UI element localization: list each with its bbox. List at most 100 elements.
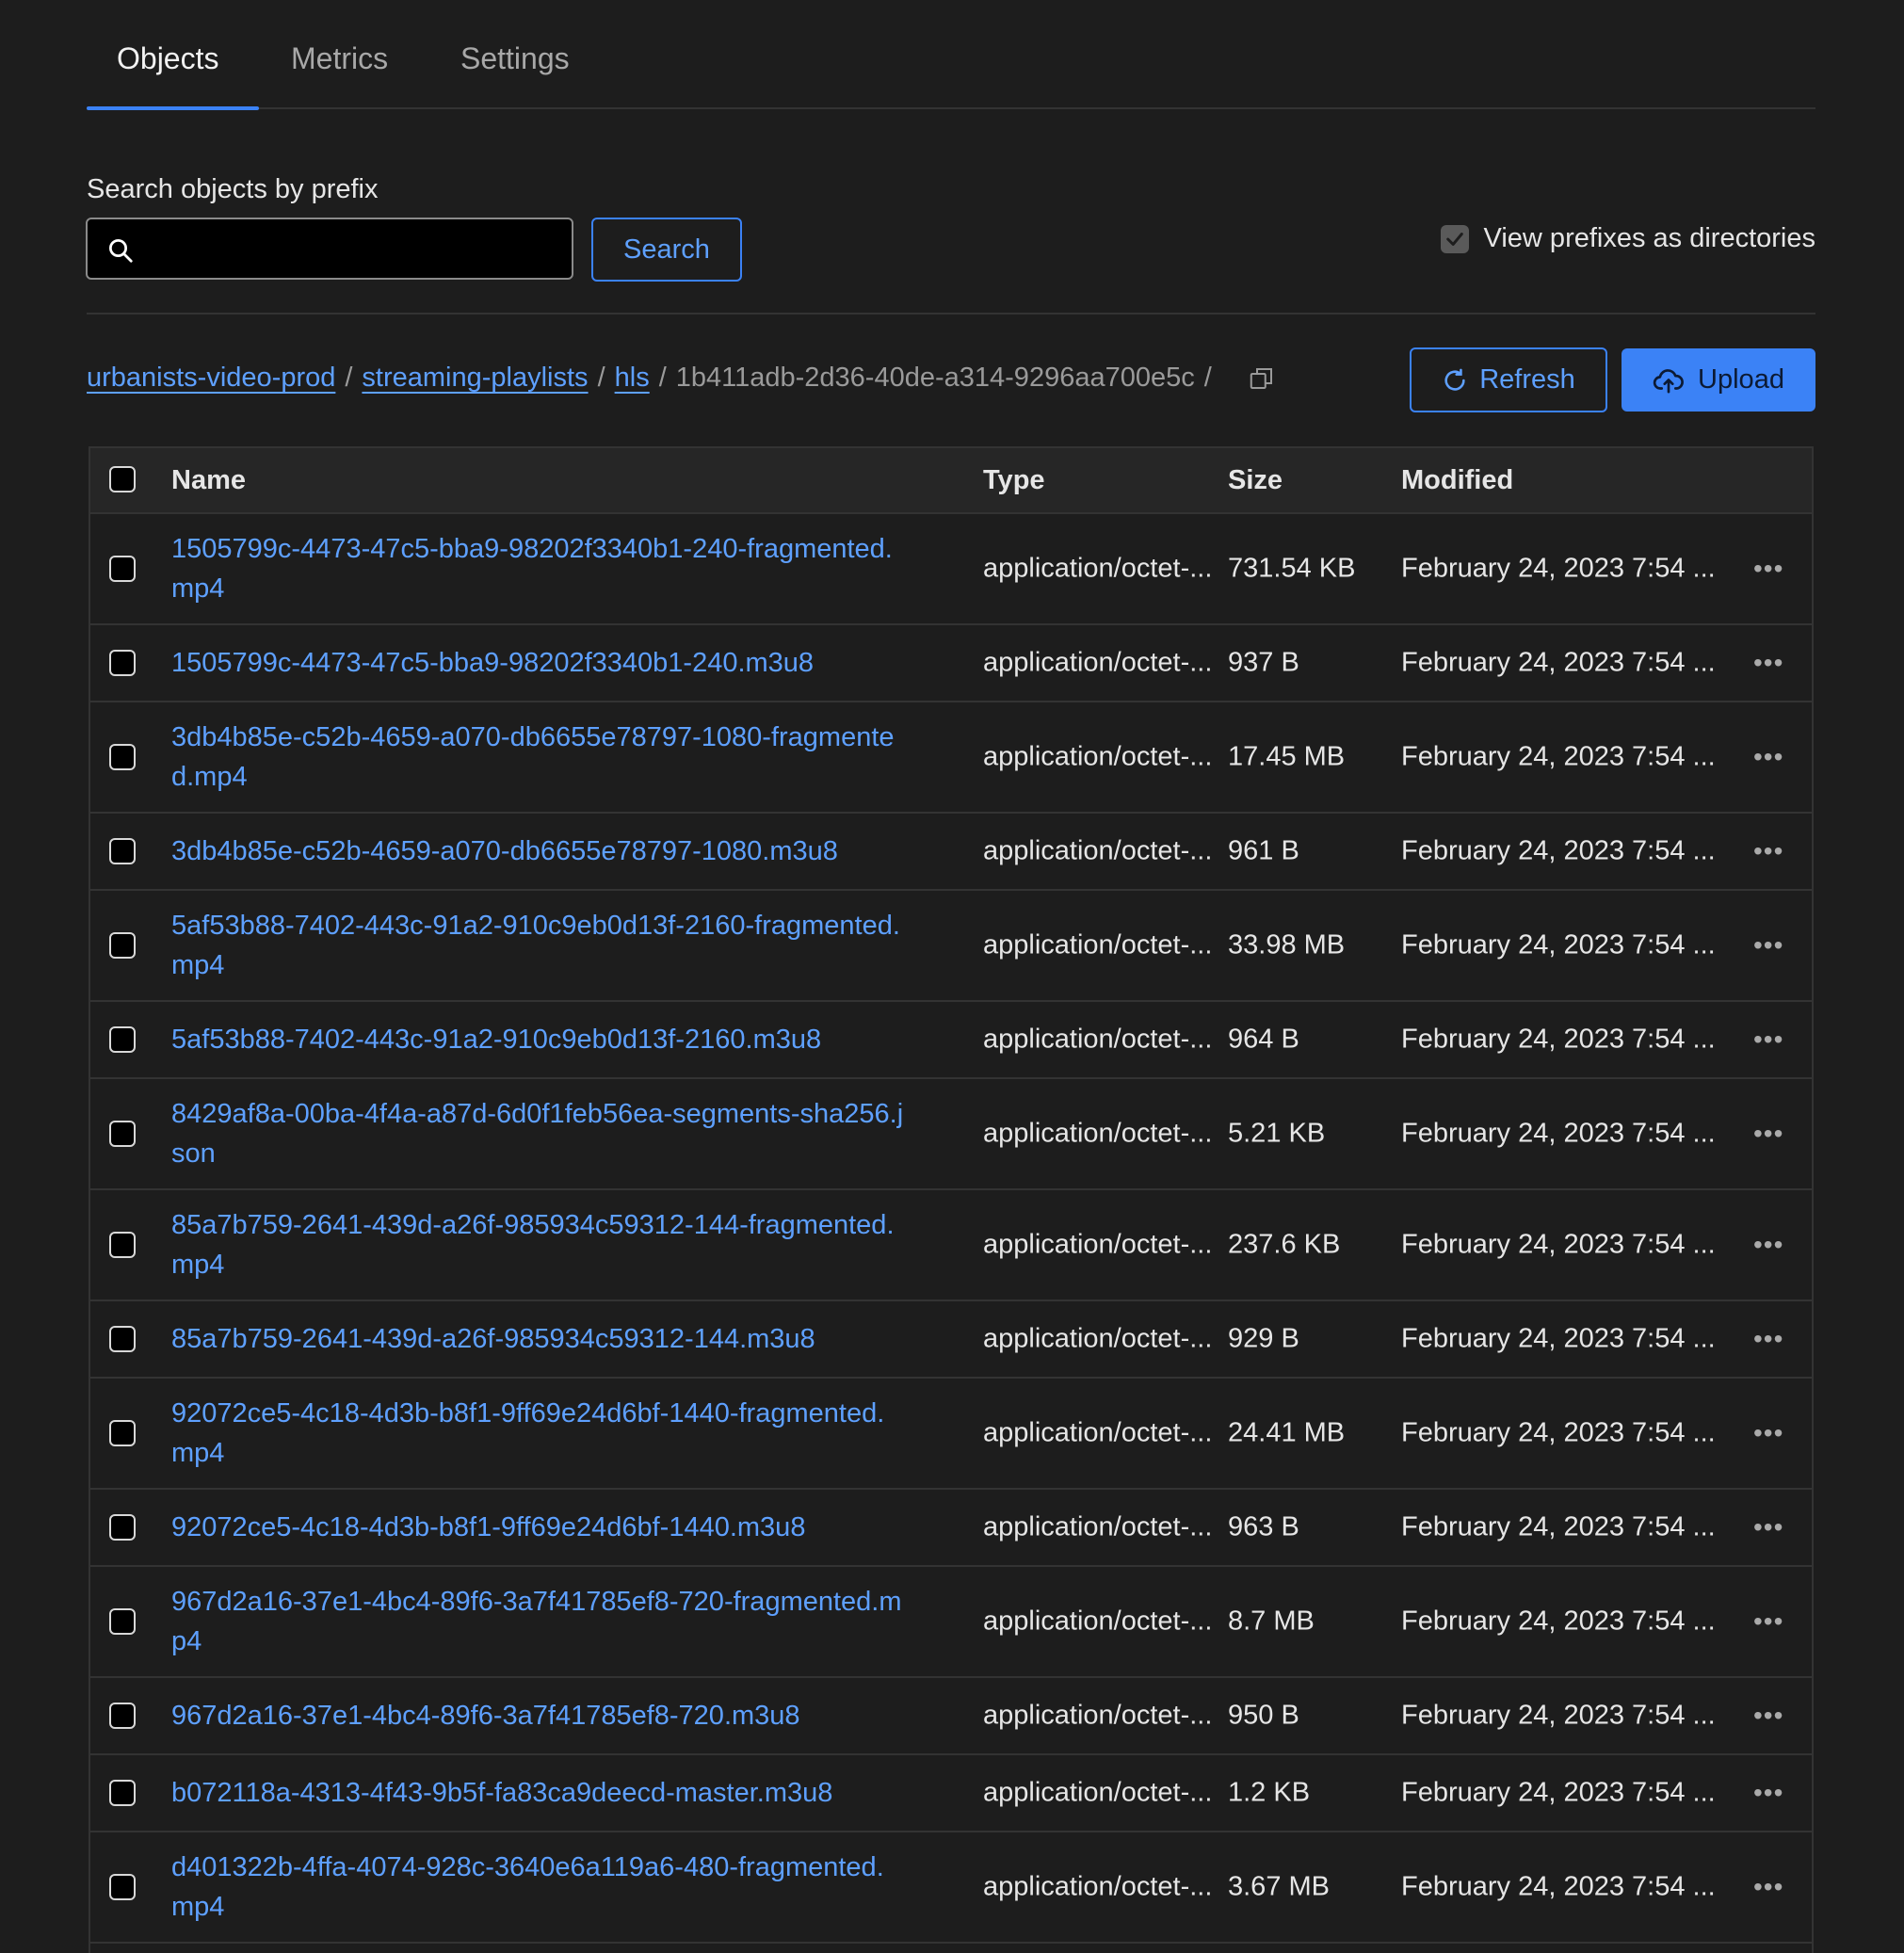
search-button[interactable]: Search [591, 218, 742, 282]
row-checkbox[interactable] [109, 1608, 136, 1635]
header-modified[interactable]: Modified [1401, 465, 1513, 496]
checkbox-box[interactable] [109, 466, 136, 492]
breadcrumb-separator: / [597, 363, 605, 393]
row-checkbox[interactable] [109, 1121, 136, 1147]
breadcrumb-streaming-playlists[interactable]: streaming-playlists [362, 363, 588, 394]
header-size[interactable]: Size [1228, 465, 1283, 496]
checkbox-box[interactable] [109, 1608, 136, 1635]
object-size: 937 B [1228, 647, 1299, 678]
row-checkbox[interactable] [109, 1874, 136, 1900]
select-all-checkbox[interactable] [109, 466, 136, 492]
breadcrumb-separator: / [658, 363, 667, 393]
object-name-link[interactable]: 1505799c-4473-47c5-bba9-98202f3340b1-240… [171, 529, 906, 608]
object-size: 964 B [1228, 1024, 1299, 1055]
checkbox-box[interactable] [109, 1874, 136, 1900]
checkbox-box[interactable] [109, 1514, 136, 1541]
header-name[interactable]: Name [171, 465, 246, 496]
object-type: application/octet-... [983, 647, 1213, 678]
more-options-icon[interactable]: ••• [1753, 1872, 1783, 1902]
search-field[interactable] [86, 218, 573, 280]
breadcrumb: urbanists-video-prod / streaming-playlis… [87, 363, 1276, 394]
object-name-link[interactable]: 3db4b85e-c52b-4659-a070-db6655e78797-108… [171, 718, 906, 797]
refresh-icon [1444, 368, 1465, 391]
checkbox-box[interactable] [109, 932, 136, 959]
row-checkbox[interactable] [109, 650, 136, 676]
refresh-button[interactable]: Refresh [1410, 347, 1607, 412]
more-options-icon[interactable]: ••• [1753, 1701, 1783, 1731]
checkbox-box[interactable] [109, 744, 136, 770]
tab-objects[interactable]: Objects [117, 41, 218, 76]
breadcrumb-bucket[interactable]: urbanists-video-prod [87, 363, 335, 394]
checkbox-box[interactable] [109, 1326, 136, 1352]
object-modified: February 24, 2023 7:54 ... [1401, 1024, 1716, 1055]
objects-table: Name Type Size Modified 1505799c-4473-47… [89, 446, 1814, 1953]
object-name-link[interactable]: b072118a-4313-4f43-9b5f-fa83ca9deecd-mas… [171, 1773, 906, 1813]
more-options-icon[interactable]: ••• [1753, 648, 1783, 678]
checkbox-box[interactable] [109, 1121, 136, 1147]
object-name-link[interactable]: 1505799c-4473-47c5-bba9-98202f3340b1-240… [171, 643, 906, 683]
copy-icon[interactable] [1248, 364, 1276, 393]
checkbox-box[interactable] [109, 650, 136, 676]
more-options-icon[interactable]: ••• [1753, 1119, 1783, 1149]
row-checkbox[interactable] [109, 1420, 136, 1446]
checkbox-box[interactable] [109, 1232, 136, 1258]
row-checkbox[interactable] [109, 1703, 136, 1729]
upload-button[interactable]: Upload [1622, 348, 1815, 412]
more-options-icon[interactable]: ••• [1753, 836, 1783, 866]
checkbox-box[interactable] [109, 1420, 136, 1446]
checkbox-box[interactable] [109, 556, 136, 582]
checkbox-box[interactable] [109, 1026, 136, 1053]
row-checkbox[interactable] [109, 1514, 136, 1541]
table-row: 85a7b759-2641-439d-a26f-985934c59312-144… [90, 1190, 1812, 1301]
more-options-icon[interactable]: ••• [1753, 1025, 1783, 1055]
more-options-icon[interactable]: ••• [1753, 1512, 1783, 1542]
row-checkbox[interactable] [109, 1232, 136, 1258]
object-type: application/octet-... [983, 1417, 1213, 1448]
checkbox-box[interactable] [109, 1780, 136, 1806]
object-type: application/octet-... [983, 1024, 1213, 1055]
prefix-checkbox[interactable] [1440, 224, 1469, 253]
object-type: application/octet-... [983, 1871, 1213, 1902]
more-options-icon[interactable]: ••• [1753, 1778, 1783, 1808]
object-name-link[interactable]: 5af53b88-7402-443c-91a2-910c9eb0d13f-216… [171, 906, 906, 985]
object-name-link[interactable]: 92072ce5-4c18-4d3b-b8f1-9ff69e24d6bf-144… [171, 1394, 906, 1473]
more-options-icon[interactable]: ••• [1753, 1606, 1783, 1637]
object-name-link[interactable]: 92072ce5-4c18-4d3b-b8f1-9ff69e24d6bf-144… [171, 1508, 906, 1547]
row-checkbox[interactable] [109, 932, 136, 959]
more-options-icon[interactable]: ••• [1753, 554, 1783, 584]
checkbox-box[interactable] [109, 1703, 136, 1729]
tab-metrics[interactable]: Metrics [291, 41, 388, 76]
object-type: application/octet-... [983, 1777, 1213, 1808]
prefix-toggle[interactable]: View prefixes as directories [1440, 223, 1815, 254]
refresh-label: Refresh [1479, 364, 1575, 395]
row-checkbox[interactable] [109, 556, 136, 582]
more-options-icon[interactable]: ••• [1753, 1230, 1783, 1260]
search-input[interactable] [148, 227, 557, 272]
object-size: 929 B [1228, 1323, 1299, 1354]
object-name-link[interactable]: d401322b-4ffa-4074-928c-3640e6a119a6-480… [171, 1848, 906, 1927]
breadcrumb-hls[interactable]: hls [615, 363, 650, 394]
header-type[interactable]: Type [983, 465, 1045, 496]
row-checkbox[interactable] [109, 744, 136, 770]
row-checkbox[interactable] [109, 838, 136, 864]
more-options-icon[interactable]: ••• [1753, 1324, 1783, 1354]
row-checkbox[interactable] [109, 1780, 136, 1806]
object-type: application/octet-... [983, 929, 1213, 960]
checkbox-box[interactable] [109, 838, 136, 864]
object-name-link[interactable]: 8429af8a-00ba-4f4a-a87d-6d0f1feb56ea-seg… [171, 1094, 906, 1173]
more-options-icon[interactable]: ••• [1753, 742, 1783, 772]
object-name-link[interactable]: 967d2a16-37e1-4bc4-89f6-3a7f41785ef8-720… [171, 1696, 906, 1735]
object-name-link[interactable]: 967d2a16-37e1-4bc4-89f6-3a7f41785ef8-720… [171, 1582, 906, 1661]
object-name-link[interactable]: 5af53b88-7402-443c-91a2-910c9eb0d13f-216… [171, 1020, 906, 1059]
object-name-link[interactable]: 85a7b759-2641-439d-a26f-985934c59312-144… [171, 1205, 906, 1284]
table-row: 92072ce5-4c18-4d3b-b8f1-9ff69e24d6bf-144… [90, 1490, 1812, 1567]
more-options-icon[interactable]: ••• [1753, 930, 1783, 960]
table-header: Name Type Size Modified [90, 448, 1812, 514]
more-options-icon[interactable]: ••• [1753, 1418, 1783, 1448]
tab-settings[interactable]: Settings [460, 41, 570, 76]
object-name-link[interactable]: 85a7b759-2641-439d-a26f-985934c59312-144… [171, 1319, 906, 1359]
row-checkbox[interactable] [109, 1326, 136, 1352]
object-name-link[interactable]: 3db4b85e-c52b-4659-a070-db6655e78797-108… [171, 831, 906, 871]
row-checkbox[interactable] [109, 1026, 136, 1053]
object-size: 33.98 MB [1228, 929, 1346, 960]
